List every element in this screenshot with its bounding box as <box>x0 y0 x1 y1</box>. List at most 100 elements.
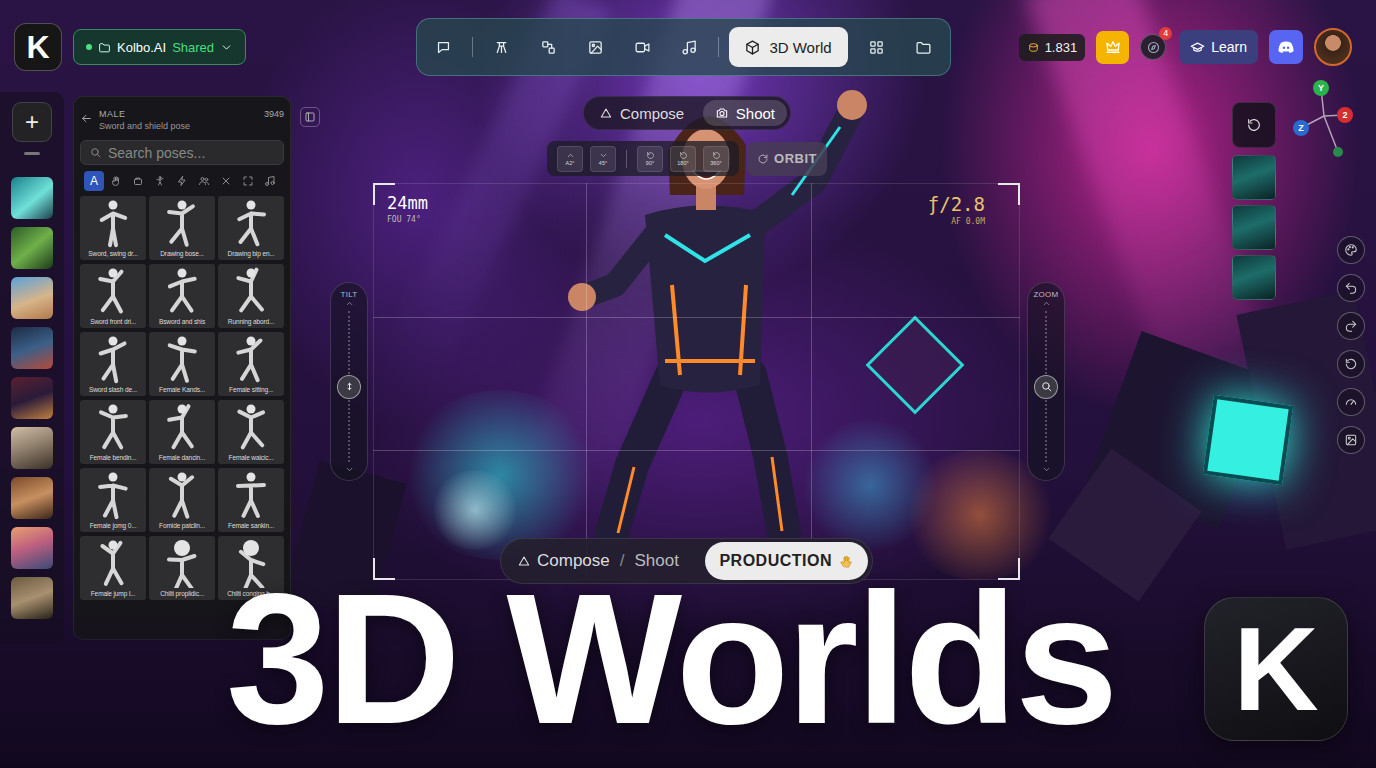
asset-thumbnail[interactable] <box>11 477 53 519</box>
asset-thumbnail[interactable] <box>11 377 53 419</box>
pose-search-input[interactable] <box>108 145 275 161</box>
pose-tile[interactable]: Sword slash de... <box>80 332 146 396</box>
pose-figure <box>149 196 215 248</box>
reset-button[interactable] <box>1337 350 1365 378</box>
image-button[interactable] <box>577 29 614 65</box>
back-button[interactable] <box>80 111 93 129</box>
storyboard-button[interactable] <box>483 29 520 65</box>
asset-thumbnail[interactable] <box>11 177 53 219</box>
learn-button[interactable]: Learn <box>1179 30 1258 64</box>
filter-tab[interactable] <box>216 171 236 191</box>
filter-label: A <box>90 174 98 188</box>
pose-tile[interactable]: Chilti proplidic... <box>149 536 215 600</box>
filter-tab[interactable] <box>172 171 192 191</box>
image-button[interactable] <box>1337 426 1365 454</box>
workspace-selector[interactable]: Kolbo.AIShared <box>73 29 246 65</box>
app-logo[interactable]: K <box>14 23 62 71</box>
upgrade-button[interactable] <box>1096 31 1129 64</box>
frame-corner <box>373 183 395 205</box>
pose-tile[interactable]: Drawing bip en... <box>218 196 284 260</box>
zoom-slider-knob[interactable] <box>1034 375 1058 399</box>
zoom-slider: ZOOM <box>1027 282 1065 481</box>
filter-tab[interactable] <box>150 171 170 191</box>
pose-tile[interactable]: Female dancin... <box>149 400 215 464</box>
folder-button[interactable] <box>905 29 942 65</box>
credits-counter[interactable]: 1.831 <box>1019 34 1086 61</box>
grid-button[interactable] <box>858 29 895 65</box>
pose-tile[interactable]: Running abord... <box>218 264 284 328</box>
axis-x[interactable]: 2 <box>1337 107 1353 123</box>
pose-label: Drawing bip en... <box>228 250 275 257</box>
collapse-panel-button[interactable] <box>300 107 320 127</box>
axis-z[interactable]: Z <box>1293 120 1309 136</box>
scene-thumbnail[interactable] <box>1232 255 1276 300</box>
cube-button[interactable]: 3D World <box>729 27 848 67</box>
gauge-icon <box>1344 395 1358 409</box>
pose-label: Running abord... <box>228 318 274 325</box>
pose-figure <box>218 400 284 452</box>
gauge-button[interactable] <box>1337 388 1365 416</box>
pose-tile[interactable]: Female sankin... <box>218 468 284 532</box>
filter-tab[interactable]: A <box>84 171 104 191</box>
orbit-button[interactable]: ORBIT <box>747 142 827 176</box>
tilt-slider-knob[interactable] <box>337 375 361 399</box>
pose-category: MALE <box>99 109 258 119</box>
camera-preset-button[interactable]: 45° <box>590 146 616 172</box>
pose-count: 3949 <box>264 109 284 119</box>
viewport-frame[interactable]: 24mmFOU 74°ƒ/2.8AF 0.0M <box>373 183 1020 580</box>
notifications-button[interactable]: 4 <box>1140 34 1166 60</box>
pose-tile[interactable]: Fomide patclin... <box>149 468 215 532</box>
filter-tab[interactable] <box>194 171 214 191</box>
pose-figure <box>80 400 146 452</box>
pose-tile[interactable]: Female jump l... <box>80 536 146 600</box>
view-mode-tab[interactable]: Compose <box>587 100 696 126</box>
filter-tab[interactable] <box>106 171 126 191</box>
camera-preset-button[interactable]: 90° <box>637 146 663 172</box>
asset-thumbnail[interactable] <box>11 577 53 619</box>
pose-tile[interactable]: Female Kands... <box>149 332 215 396</box>
asset-thumbnail[interactable] <box>11 227 53 269</box>
shapes-button[interactable] <box>530 29 567 65</box>
chat-button[interactable] <box>425 29 462 65</box>
pose-tile[interactable]: Drawing bose... <box>149 196 215 260</box>
view-mode-tab[interactable]: Shoot <box>703 100 787 126</box>
asset-thumbnail[interactable] <box>11 327 53 369</box>
palette-button[interactable] <box>1337 236 1365 264</box>
asset-thumbnail[interactable] <box>11 427 53 469</box>
music-button[interactable] <box>671 29 708 65</box>
filter-tab[interactable] <box>260 171 280 191</box>
undo-button[interactable] <box>1337 274 1365 302</box>
axis-y[interactable]: Y <box>1313 80 1329 96</box>
lens-info: 24mmFOU 74° <box>387 193 428 226</box>
pose-tile[interactable]: Sword, swing dr... <box>80 196 146 260</box>
camera-preset-button[interactable]: 360° <box>703 146 729 172</box>
pose-tile[interactable]: Female waicic... <box>218 400 284 464</box>
add-button[interactable]: + <box>12 102 52 142</box>
scene-thumbnail[interactable] <box>1232 205 1276 250</box>
axis-gizmo[interactable]: Y Z 2 <box>1288 70 1363 165</box>
credits-value: 1.831 <box>1045 40 1078 55</box>
music-icon <box>264 175 276 187</box>
pose-tile[interactable]: Female bendin... <box>80 400 146 464</box>
reset-view-button[interactable] <box>1232 102 1276 148</box>
field-of-view: FOU 74° <box>387 215 428 224</box>
view-mode-label: Shoot <box>736 105 775 122</box>
filter-tab[interactable] <box>238 171 258 191</box>
camera-preset-button[interactable]: 180° <box>670 146 696 172</box>
scene-thumbnail[interactable] <box>1232 155 1276 200</box>
cube-icon <box>744 39 761 56</box>
pose-tile[interactable]: Female sitting... <box>218 332 284 396</box>
video-button[interactable] <box>624 29 661 65</box>
image-icon <box>587 39 604 56</box>
camera-preset-button[interactable]: A2° <box>557 146 583 172</box>
user-avatar[interactable] <box>1314 28 1352 66</box>
filter-tab[interactable] <box>128 171 148 191</box>
discord-button[interactable] <box>1269 30 1303 64</box>
pose-tile[interactable]: Sword front dri... <box>80 264 146 328</box>
asset-thumbnail[interactable] <box>11 527 53 569</box>
pose-tile[interactable]: Female jomg 0... <box>80 468 146 532</box>
pose-tile[interactable]: Bsword and shis <box>149 264 215 328</box>
redo-button[interactable] <box>1337 312 1365 340</box>
asset-thumbnail[interactable] <box>11 277 53 319</box>
chevron-down-icon <box>599 151 608 160</box>
